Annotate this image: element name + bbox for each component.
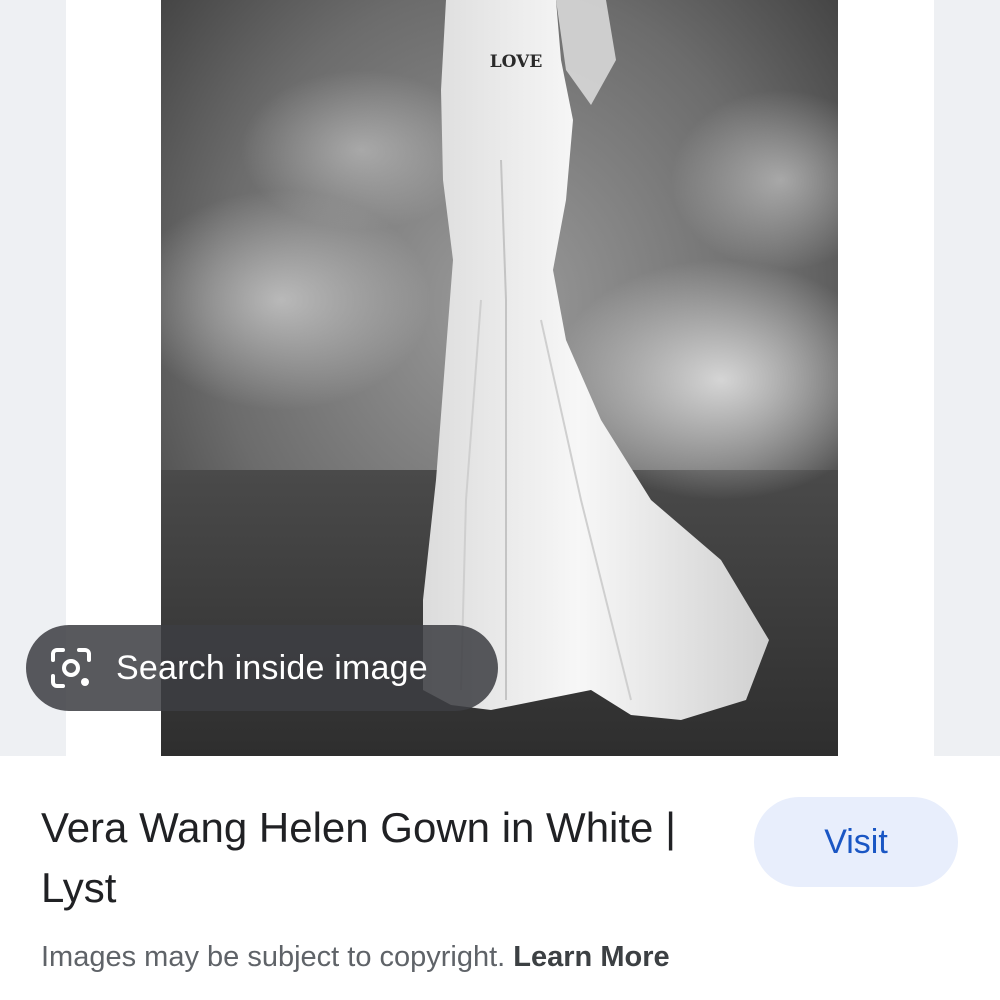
copyright-notice: Images may be subject to copyright. Lear…: [41, 941, 670, 974]
result-title[interactable]: Vera Wang Helen Gown in White | Lyst: [41, 798, 721, 918]
search-inside-image-label: Search inside image: [116, 648, 428, 687]
learn-more-link[interactable]: Learn More: [513, 941, 669, 973]
copyright-text: Images may be subject to copyright.: [41, 941, 506, 973]
search-inside-image-button[interactable]: Search inside image: [26, 625, 498, 711]
lens-scan-icon: [48, 645, 94, 691]
gown-waist-text: LOVE: [490, 52, 543, 72]
visit-button[interactable]: Visit: [754, 797, 958, 887]
